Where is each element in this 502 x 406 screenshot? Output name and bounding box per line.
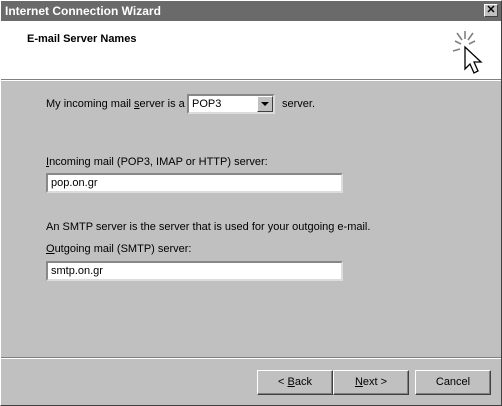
incoming-server-type-value: POP3 [192, 98, 222, 110]
incoming-server-label: Incoming mail (POP3, IMAP or HTTP) serve… [46, 156, 268, 168]
outgoing-server-label-rest: utgoing mail (SMTP) server: [54, 243, 192, 255]
dropdown-button[interactable] [257, 96, 273, 112]
smtp-note: An SMTP server is the server that is use… [46, 221, 371, 233]
title-bar[interactable]: Internet Connection Wizard ✕ [1, 1, 501, 21]
incoming-type-label-start: My incoming mail [46, 98, 135, 110]
header-divider [1, 80, 501, 81]
back-button-rest: ack [294, 376, 312, 388]
outgoing-server-label-accel: O [46, 243, 55, 255]
footer-divider [1, 357, 501, 359]
cancel-button[interactable]: Cancel [415, 370, 491, 395]
close-icon: ✕ [486, 4, 496, 16]
window-title: Internet Connection Wizard [5, 4, 161, 18]
close-button[interactable]: ✕ [484, 4, 498, 17]
next-button[interactable]: Next > [333, 370, 409, 395]
incoming-type-suffix: server. [282, 98, 316, 110]
incoming-type-label: My incoming mail server is a [46, 98, 185, 110]
page-title: E-mail Server Names [27, 33, 137, 45]
incoming-server-input[interactable]: pop.on.gr [46, 173, 343, 193]
outgoing-server-value: smtp.on.gr [51, 265, 103, 277]
back-button[interactable]: < Back [257, 370, 333, 395]
outgoing-server-label: Outgoing mail (SMTP) server: [46, 243, 192, 255]
chevron-down-icon [261, 102, 269, 106]
incoming-server-type-select[interactable]: POP3 [187, 94, 275, 114]
next-button-rest: ext > [362, 376, 388, 388]
incoming-type-label-rest: erver is a [139, 98, 185, 110]
incoming-server-value: pop.on.gr [51, 177, 98, 189]
back-button-prefix: < [278, 376, 288, 388]
wizard-window: Internet Connection Wizard ✕ E-mail Serv… [0, 0, 502, 406]
next-button-accel: N [354, 376, 363, 388]
outgoing-server-input[interactable]: smtp.on.gr [46, 261, 343, 281]
back-button-accel: B [287, 376, 295, 388]
incoming-server-label-rest: ncoming mail (POP3, IMAP or HTTP) server… [49, 156, 268, 168]
wizard-cursor-icon [452, 31, 483, 74]
wizard-header: E-mail Server Names [1, 21, 501, 80]
